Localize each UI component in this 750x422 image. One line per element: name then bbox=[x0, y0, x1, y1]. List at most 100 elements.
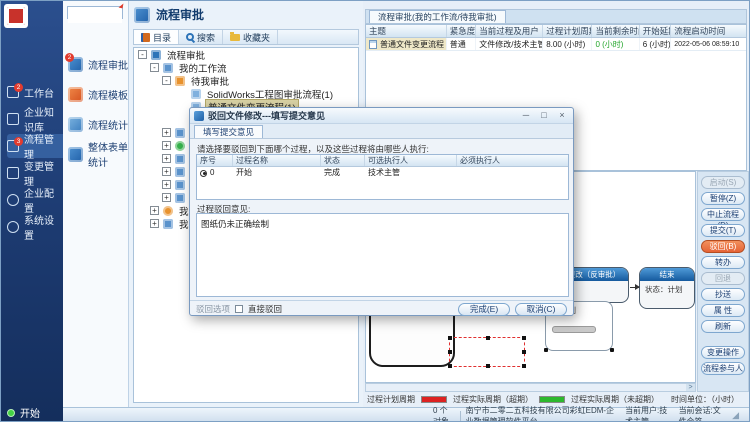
col-start-delay[interactable]: 开始延期 bbox=[640, 25, 672, 37]
favorites-folder-icon bbox=[230, 34, 240, 41]
col-subject[interactable]: 主题 bbox=[366, 25, 447, 37]
tab-catalog[interactable]: 目录 bbox=[134, 30, 179, 44]
col-start-time[interactable]: 流程启动时间 bbox=[671, 25, 746, 37]
col-current-step[interactable]: 当前过程及用户 bbox=[476, 25, 543, 37]
start-flow-button[interactable]: 启动(S) bbox=[701, 176, 745, 189]
start-label: 开始 bbox=[20, 405, 40, 420]
tree-item-label: 我的工作流 bbox=[177, 61, 229, 75]
selection-handle[interactable] bbox=[522, 350, 526, 354]
search-input-box[interactable] bbox=[67, 6, 123, 19]
selection-handle[interactable] bbox=[486, 336, 490, 340]
collapse-icon[interactable]: - bbox=[150, 63, 159, 72]
expand-icon[interactable]: + bbox=[150, 206, 159, 215]
reject-button[interactable]: 驳回(B) bbox=[701, 240, 745, 253]
expand-icon[interactable]: + bbox=[162, 167, 171, 176]
reject-target-row[interactable]: 0 开始 完成 技术主管 bbox=[197, 167, 568, 179]
process-approval-header-icon bbox=[134, 7, 150, 23]
tab-submit-opinion[interactable]: 填写提交意见 bbox=[194, 125, 263, 138]
list-tab-current[interactable]: 流程审批(我的工作流/待我审批) bbox=[369, 10, 506, 23]
expand-icon[interactable]: + bbox=[150, 219, 159, 228]
expand-icon[interactable]: + bbox=[162, 154, 171, 163]
direct-reject-checkbox[interactable] bbox=[235, 305, 243, 313]
col-plan-period[interactable]: 过程计划周期 bbox=[543, 25, 592, 37]
collapse-icon[interactable]: - bbox=[162, 76, 171, 85]
sidebar-item-label: 企业配置 bbox=[24, 185, 63, 215]
selection-handle[interactable] bbox=[448, 336, 452, 340]
expand-icon[interactable]: + bbox=[162, 180, 171, 189]
change-operation-button[interactable]: 变更操作 bbox=[701, 346, 745, 359]
dialog-icon bbox=[194, 111, 204, 121]
sidebar-item-change-mgmt[interactable]: 变更管理 bbox=[7, 161, 63, 185]
workflow-row[interactable]: 普通文件变更流程 普通 文件修改/技术主管 8.00 (小时) 0 (小时) 6… bbox=[366, 38, 746, 51]
sidebar-item-system-settings[interactable]: 系统设置 bbox=[7, 215, 63, 239]
tree-toolbar: 目录 搜索 收藏夹 bbox=[133, 29, 359, 45]
sidebar-item-enterprise-config[interactable]: 企业配置 bbox=[7, 188, 63, 212]
radio-selected-icon[interactable] bbox=[200, 170, 207, 177]
panel-title: 流程审批 bbox=[156, 6, 204, 23]
search-input[interactable] bbox=[68, 12, 122, 23]
scroll-right-arrow[interactable]: > bbox=[686, 384, 695, 391]
tree-node-icon bbox=[175, 128, 185, 138]
current-user-label: 当前用户:技术主管 bbox=[625, 405, 671, 422]
maximize-icon[interactable]: □ bbox=[537, 110, 551, 122]
selection-handle[interactable] bbox=[522, 364, 526, 368]
collapse-icon[interactable]: - bbox=[138, 50, 147, 59]
rollback-button[interactable]: 回退 bbox=[701, 272, 745, 285]
selected-node-outline[interactable] bbox=[449, 337, 525, 367]
col-optional-executor: 可选执行人 bbox=[365, 155, 457, 166]
tree-item-root[interactable]: -流程审批 bbox=[134, 48, 358, 61]
node-title: 结束 bbox=[640, 268, 694, 281]
node-handle-dot bbox=[610, 348, 614, 352]
module-item-process-stats[interactable]: 流程统计 bbox=[68, 113, 128, 135]
selection-handle[interactable] bbox=[448, 350, 452, 354]
submit-button[interactable]: 提交(T) bbox=[701, 224, 745, 237]
module-item-process-template[interactable]: 流程模板 bbox=[68, 83, 128, 105]
canvas-horizontal-scrollbar[interactable]: > bbox=[365, 383, 696, 392]
legend-unit-label: 时间单位：（小时） bbox=[671, 394, 739, 405]
tab-search[interactable]: 搜索 bbox=[179, 30, 223, 44]
col-required-executor: 必须执行人 bbox=[457, 155, 567, 166]
selection-handle[interactable] bbox=[486, 364, 490, 368]
terminate-flow-button[interactable]: 中止流程(D) bbox=[701, 208, 745, 221]
close-icon[interactable]: × bbox=[555, 110, 569, 122]
tab-favorites[interactable]: 收藏夹 bbox=[223, 30, 278, 44]
module-item-form-stats[interactable]: 整体表单统计 bbox=[68, 143, 128, 165]
dialog-tabstrip: 填写提交意见 bbox=[190, 124, 573, 139]
enterprise-config-icon bbox=[7, 194, 19, 206]
urgency-cell: 普通 bbox=[447, 38, 477, 50]
reject-dialog: 驳回文件修改---填写提交意见 ─ □ × 填写提交意见 请选择要驳回到下面哪个… bbox=[189, 107, 574, 316]
process-approval-icon: 2 bbox=[68, 57, 83, 72]
sidebar-item-knowledge[interactable]: 企业知识库 bbox=[7, 107, 63, 131]
refresh-button[interactable]: 刷新 bbox=[701, 320, 745, 333]
minimize-icon[interactable]: ─ bbox=[519, 110, 533, 122]
tree-item-pending-approval[interactable]: - 待我审批 bbox=[134, 74, 358, 87]
reject-comment-textarea[interactable] bbox=[196, 213, 569, 297]
dialog-titlebar[interactable]: 驳回文件修改---填写提交意见 ─ □ × bbox=[190, 108, 573, 124]
flow-node-end[interactable]: 结束 状态：计划 bbox=[639, 267, 695, 309]
sidebar-footer-start[interactable]: 开始 bbox=[7, 405, 40, 420]
module-item-process-approval[interactable]: 2 流程审批 bbox=[68, 53, 128, 75]
sidebar-item-process-mgmt[interactable]: 3 流程管理 bbox=[7, 134, 63, 158]
expand-icon[interactable]: + bbox=[162, 128, 171, 137]
expand-icon[interactable]: + bbox=[162, 193, 171, 202]
finish-button[interactable]: 完成(E) bbox=[458, 303, 510, 316]
tree-item-label: 待我审批 bbox=[189, 74, 231, 88]
forward-button[interactable]: 转办 bbox=[701, 256, 745, 269]
resize-grip[interactable]: ◢ bbox=[732, 410, 739, 421]
sidebar-item-workbench[interactable]: 2 工作台 bbox=[7, 80, 63, 104]
node-handle-dot bbox=[544, 348, 548, 352]
col-remain-time[interactable]: 当前剩余时间 bbox=[592, 25, 639, 37]
pause-button[interactable]: 暂停(Z) bbox=[701, 192, 745, 205]
cc-button[interactable]: 抄送 bbox=[701, 288, 745, 301]
tab-label: 搜索 bbox=[197, 31, 215, 44]
selection-handle[interactable] bbox=[448, 364, 452, 368]
flow-participants-button[interactable]: 流程参与人 bbox=[701, 362, 745, 375]
tree-item-my-workflow[interactable]: - 我的工作流 bbox=[134, 61, 358, 74]
properties-button[interactable]: 属 性 bbox=[701, 304, 745, 317]
sidebar-item-label: 工作台 bbox=[24, 85, 54, 100]
selection-handle[interactable] bbox=[522, 336, 526, 340]
col-urgency[interactable]: 紧急度 bbox=[447, 25, 477, 37]
expand-icon[interactable]: + bbox=[162, 141, 171, 150]
cancel-button[interactable]: 取消(C) bbox=[515, 303, 567, 316]
dialog-footer: 驳回选项 直接驳回 完成(E) 取消(C) bbox=[190, 300, 573, 317]
